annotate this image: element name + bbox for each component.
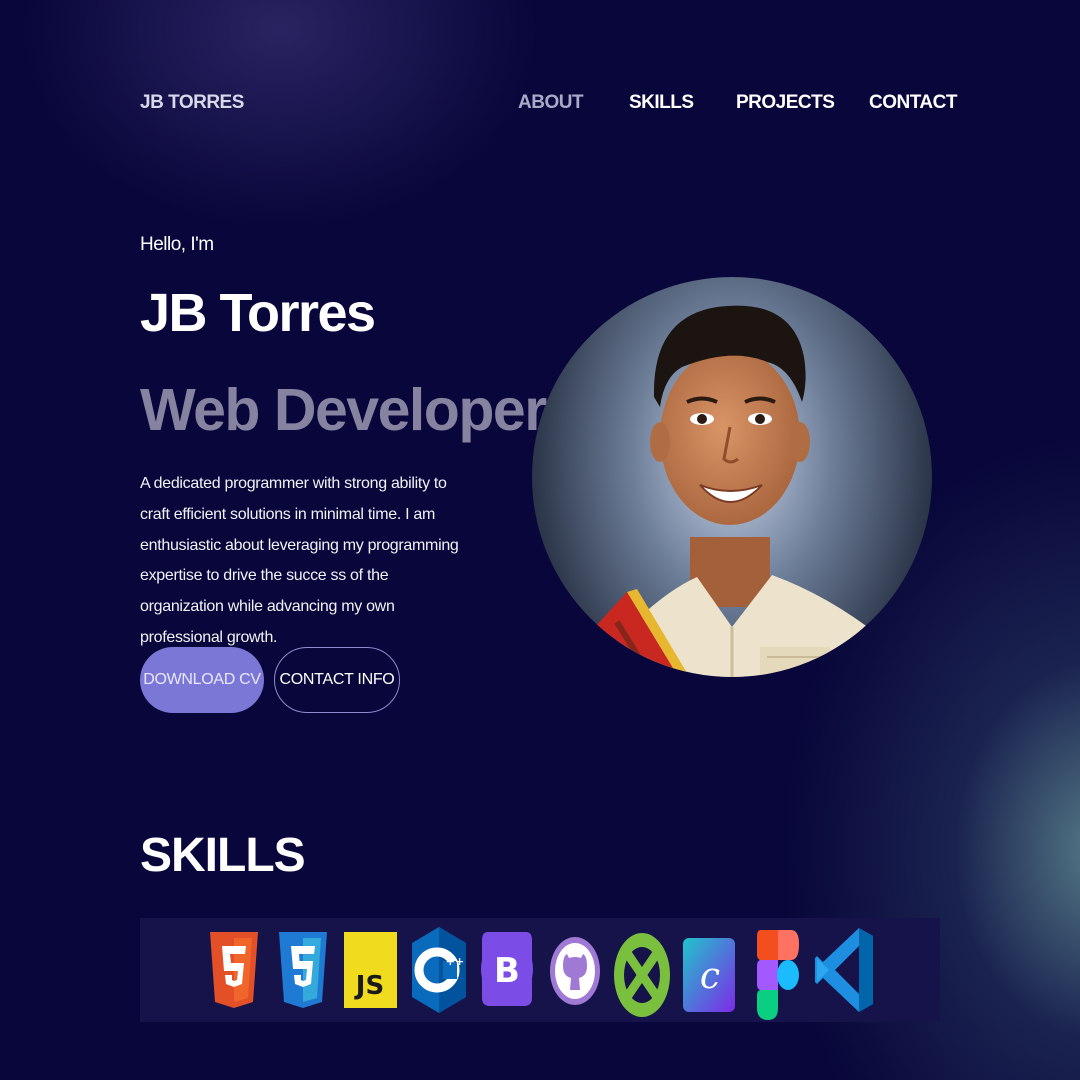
canva-icon: c <box>683 938 735 1017</box>
hero-bio: A dedicated programmer with strong abili… <box>140 475 459 646</box>
download-cv-button[interactable]: DOWNLOAD CV <box>140 647 264 713</box>
profile-photo <box>532 197 932 757</box>
html5-icon <box>208 930 260 1015</box>
contact-info-button[interactable]: CONTACT INFO <box>274 647 400 713</box>
skills-heading: SKILLS <box>140 829 306 882</box>
skills-bar: JS ++ B c <box>140 918 940 1022</box>
nav-link-projects[interactable]: PROJECTS <box>736 92 835 114</box>
vscode-icon <box>815 928 875 1017</box>
nav-link-skills[interactable]: SKILLS <box>629 92 694 114</box>
nav-link-contact[interactable]: CONTACT <box>869 92 957 114</box>
github-icon <box>549 936 601 1011</box>
hero-name: JB Torres <box>140 283 376 343</box>
cplusplus-icon: ++ <box>410 925 468 1020</box>
brand-logo-text[interactable]: JB TORRES <box>140 92 244 114</box>
javascript-icon: JS <box>344 932 397 1013</box>
figma-icon <box>757 930 799 1025</box>
top-nav: JB TORRES ABOUT SKILLS PROJECTS CONTACT <box>140 92 957 120</box>
hero-role: Web Developer <box>140 377 547 443</box>
svg-text:++: ++ <box>446 955 464 968</box>
hero-greeting: Hello, I'm <box>140 234 214 255</box>
bootstrap-icon: B <box>480 932 534 1011</box>
svg-text:B: B <box>494 951 520 991</box>
nav-link-about[interactable]: ABOUT <box>518 92 584 114</box>
css3-icon <box>277 930 329 1015</box>
xampp-icon <box>613 932 671 1023</box>
svg-text:c: c <box>700 956 720 997</box>
svg-text:JS: JS <box>354 971 384 1001</box>
